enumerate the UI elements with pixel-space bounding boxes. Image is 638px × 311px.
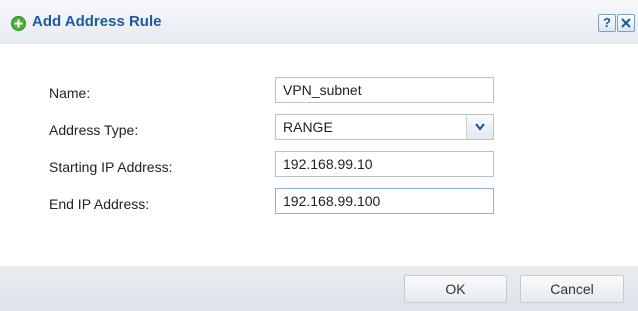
chevron-down-icon	[475, 123, 485, 131]
address-type-label: Address Type:	[49, 122, 139, 138]
end-ip-field[interactable]	[275, 188, 494, 214]
form-area: Name: Address Type: RANGE Starting IP Ad…	[0, 44, 638, 266]
address-type-select[interactable]: RANGE	[275, 114, 494, 140]
ok-button[interactable]: OK	[404, 275, 507, 303]
dialog-titlebar: Add Address Rule ?	[0, 0, 638, 44]
starting-ip-field[interactable]	[275, 151, 494, 177]
dialog-title: Add Address Rule	[32, 13, 162, 30]
close-button[interactable]	[617, 14, 635, 32]
dialog-footer: OK Cancel	[0, 266, 638, 311]
close-icon	[621, 18, 631, 28]
add-address-rule-dialog: Add Address Rule ? Name: Address Type: R…	[0, 0, 638, 311]
help-button[interactable]: ?	[598, 14, 616, 32]
cancel-button[interactable]: Cancel	[520, 275, 624, 303]
starting-ip-label: Starting IP Address:	[49, 159, 173, 175]
end-ip-label: End IP Address:	[49, 196, 150, 212]
dropdown-button[interactable]	[466, 115, 493, 139]
add-circle-icon	[11, 16, 26, 31]
name-field[interactable]	[275, 77, 494, 103]
address-type-value: RANGE	[283, 119, 333, 135]
name-label: Name:	[49, 85, 91, 101]
